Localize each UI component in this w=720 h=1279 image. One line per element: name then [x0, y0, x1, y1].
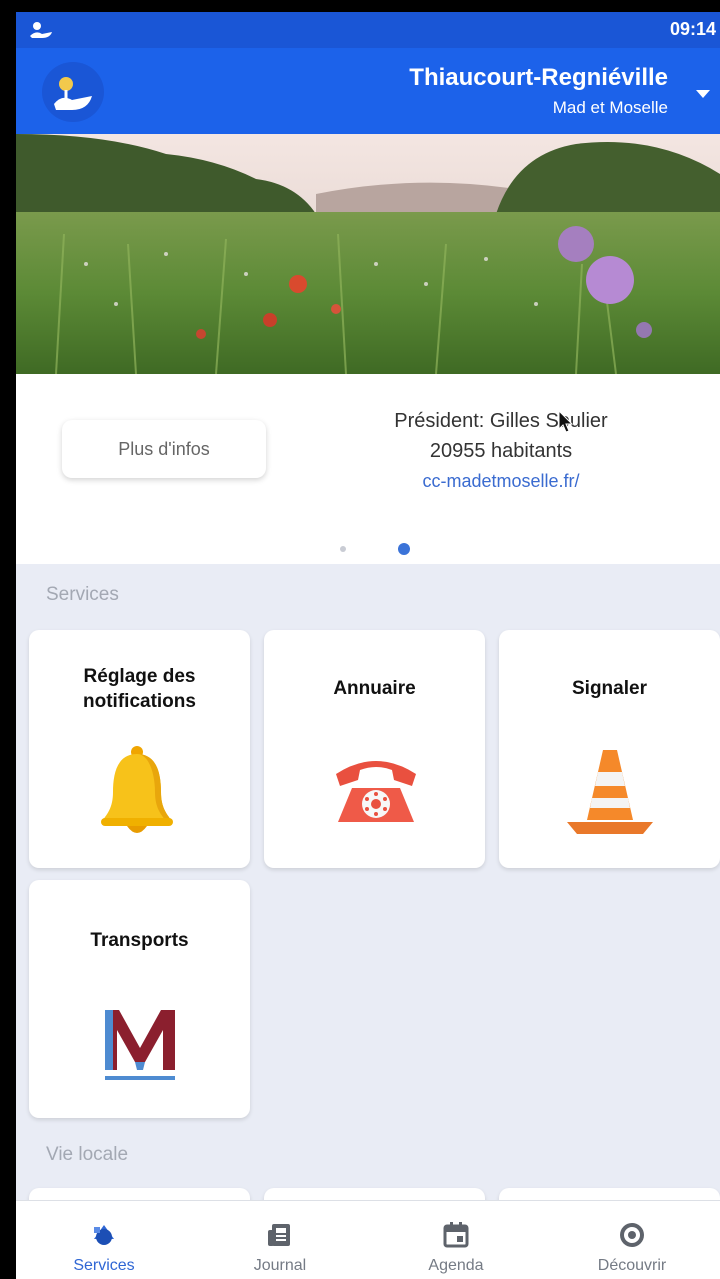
tile-report[interactable]: Signaler — [499, 630, 720, 868]
tile-directory[interactable]: Annuaire — [264, 630, 485, 868]
nav-label: Agenda — [428, 1257, 484, 1274]
poppy-field-photo — [16, 134, 720, 374]
status-bar: 09:14 — [16, 12, 720, 48]
tile-label: Réglage des notifications — [83, 666, 196, 712]
nav-label: Services — [73, 1257, 135, 1274]
tile-notification-settings[interactable]: Réglage des notifications — [29, 630, 250, 868]
nav-journal[interactable]: Journal — [192, 1201, 368, 1279]
president-text: Président: Gilles Soulier — [394, 410, 608, 432]
pagination-dot-active[interactable] — [398, 543, 410, 555]
pagination-dot[interactable] — [340, 546, 346, 552]
nav-services[interactable]: Services — [16, 1201, 192, 1279]
local-section-title: Vie locale — [46, 1144, 129, 1165]
newspaper-icon — [268, 1224, 290, 1246]
community-name[interactable]: Mad et Moselle — [553, 98, 668, 118]
population-text: 20955 habitants — [429, 440, 573, 462]
banner-image — [16, 134, 720, 374]
services-icon — [94, 1225, 114, 1245]
tile-transport[interactable]: Transports — [29, 880, 250, 1118]
telephone-icon — [336, 761, 416, 822]
nav-label: Journal — [253, 1257, 307, 1274]
nav-agenda[interactable]: Agenda — [368, 1201, 544, 1279]
website-link[interactable]: cc-madetmoselle.fr/ — [356, 466, 646, 496]
app-header: Thiaucourt-Regniéville Mad et Moselle — [16, 48, 720, 134]
compass-icon — [620, 1223, 644, 1247]
tile-label: Signaler — [572, 678, 647, 699]
services-section-title: Services — [46, 584, 119, 605]
bell-icon — [101, 746, 173, 833]
app-logo-icon — [30, 22, 52, 38]
app-logo-icon — [54, 77, 92, 110]
more-info-button[interactable]: Plus d'infos — [62, 420, 266, 478]
chevron-down-icon[interactable] — [696, 90, 710, 98]
tile-label: Transports — [90, 930, 189, 951]
calendar-icon — [443, 1222, 469, 1248]
commune-info-card: Plus d'infos Président: Gilles Soulier 2… — [16, 374, 720, 564]
commune-name[interactable]: Thiaucourt-Regniéville — [409, 64, 668, 92]
app-screen: 09:14 Thiaucourt-Regniéville Mad et Mose… — [16, 12, 720, 1279]
app-logo-button[interactable] — [42, 62, 104, 122]
nav-label: Découvrir — [597, 1257, 667, 1274]
nav-discover[interactable]: Découvrir — [544, 1201, 720, 1279]
traffic-cone-icon — [567, 750, 653, 834]
transport-logo-icon — [99, 1004, 181, 1088]
mouse-cursor-icon — [558, 410, 574, 433]
bottom-navigation: Services Journal Agenda Découvrir — [16, 1200, 720, 1279]
commune-details: Président: Gilles Soulier 20955 habitant… — [356, 406, 646, 496]
status-time: 09:14 — [669, 19, 716, 39]
carousel-pagination — [16, 542, 720, 555]
tile-label: Annuaire — [333, 678, 416, 699]
